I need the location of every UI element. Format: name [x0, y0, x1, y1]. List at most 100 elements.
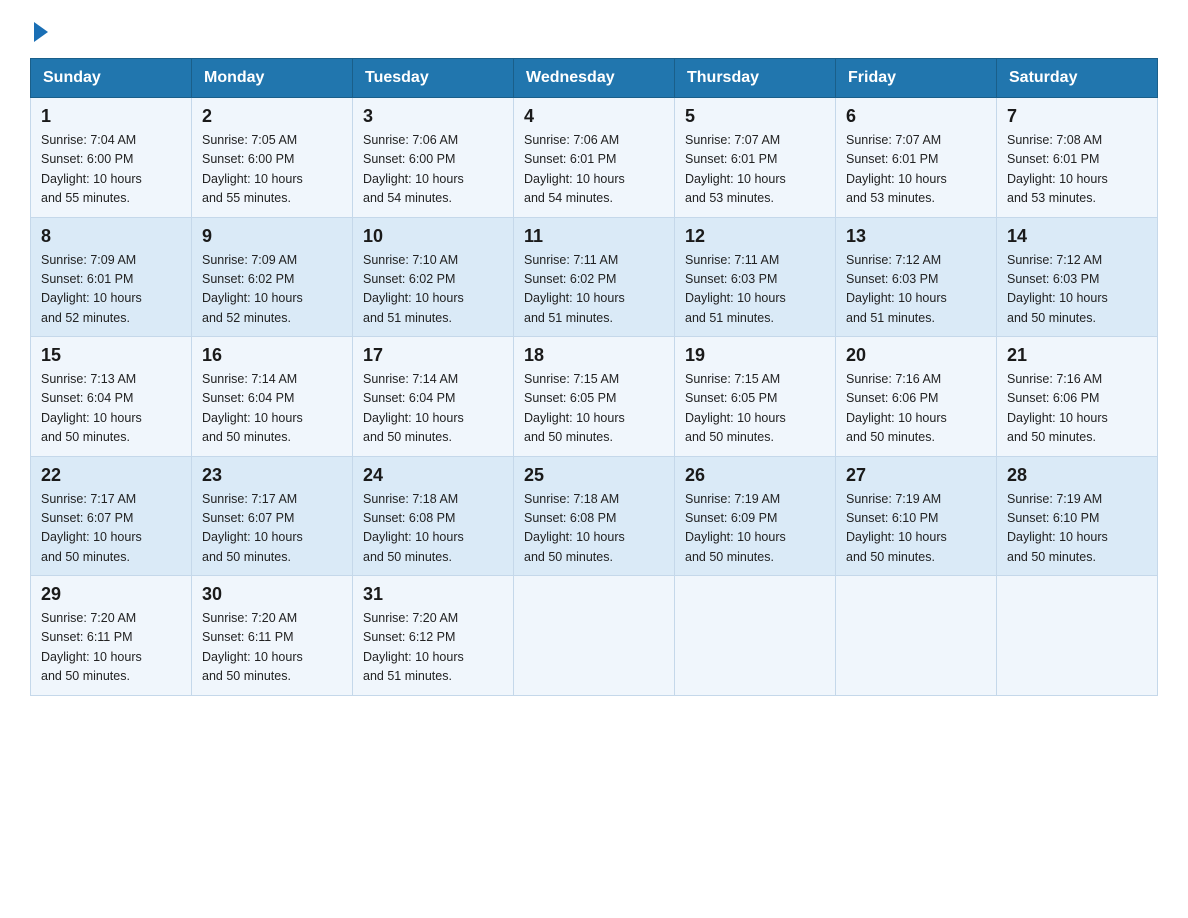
column-header-friday: Friday [836, 59, 997, 98]
calendar-table: SundayMondayTuesdayWednesdayThursdayFrid… [30, 58, 1158, 696]
calendar-cell: 15Sunrise: 7:13 AMSunset: 6:04 PMDayligh… [31, 337, 192, 457]
calendar-cell: 1 Sunrise: 7:04 AMSunset: 6:00 PMDaylight… [31, 98, 192, 218]
calendar-cell: 3Sunrise: 7:06 AMSunset: 6:00 PMDaylight… [353, 98, 514, 218]
day-info: Sunrise: 7:09 AMSunset: 6:01 PMDaylight:… [41, 253, 142, 325]
page-header [30, 20, 1158, 38]
day-number: 24 [363, 465, 503, 486]
column-header-thursday: Thursday [675, 59, 836, 98]
calendar-cell: 22Sunrise: 7:17 AMSunset: 6:07 PMDayligh… [31, 456, 192, 576]
day-info: Sunrise: 7:15 AMSunset: 6:05 PMDaylight:… [524, 372, 625, 444]
column-header-tuesday: Tuesday [353, 59, 514, 98]
calendar-cell: 10 Sunrise: 7:10 AMSunset: 6:02 PMDayligh… [353, 217, 514, 337]
day-info: Sunrise: 7:18 AMSunset: 6:08 PMDaylight:… [363, 492, 464, 564]
day-info: Sunrise: 7:14 AMSunset: 6:04 PMDaylight:… [363, 372, 464, 444]
day-number: 3 [363, 106, 503, 127]
calendar-week-row: 8 Sunrise: 7:09 AMSunset: 6:01 PMDaylight… [31, 217, 1158, 337]
day-info: Sunrise: 7:20 AMSunset: 6:11 PMDaylight:… [41, 611, 142, 683]
day-info: Sunrise: 7:06 AMSunset: 6:01 PMDaylight:… [524, 133, 625, 205]
calendar-cell: 25 Sunrise: 7:18 AMSunset: 6:08 PMDayligh… [514, 456, 675, 576]
day-number: 26 [685, 465, 825, 486]
day-info: Sunrise: 7:04 AMSunset: 6:00 PMDaylight:… [41, 133, 142, 205]
day-info: Sunrise: 7:19 AMSunset: 6:10 PMDaylight:… [1007, 492, 1108, 564]
logo [30, 20, 48, 38]
calendar-cell: 16Sunrise: 7:14 AMSunset: 6:04 PMDayligh… [192, 337, 353, 457]
day-info: Sunrise: 7:16 AMSunset: 6:06 PMDaylight:… [846, 372, 947, 444]
day-number: 5 [685, 106, 825, 127]
day-info: Sunrise: 7:20 AMSunset: 6:12 PMDaylight:… [363, 611, 464, 683]
day-number: 25 [524, 465, 664, 486]
calendar-cell: 4 Sunrise: 7:06 AMSunset: 6:01 PMDaylight… [514, 98, 675, 218]
column-header-sunday: Sunday [31, 59, 192, 98]
calendar-week-row: 1 Sunrise: 7:04 AMSunset: 6:00 PMDaylight… [31, 98, 1158, 218]
calendar-cell: 26 Sunrise: 7:19 AMSunset: 6:09 PMDayligh… [675, 456, 836, 576]
day-number: 31 [363, 584, 503, 605]
column-header-wednesday: Wednesday [514, 59, 675, 98]
calendar-cell: 23 Sunrise: 7:17 AMSunset: 6:07 PMDayligh… [192, 456, 353, 576]
logo-arrow-icon [34, 22, 48, 42]
calendar-week-row: 29 Sunrise: 7:20 AMSunset: 6:11 PMDayligh… [31, 576, 1158, 696]
day-info: Sunrise: 7:14 AMSunset: 6:04 PMDaylight:… [202, 372, 303, 444]
day-info: Sunrise: 7:15 AMSunset: 6:05 PMDaylight:… [685, 372, 786, 444]
calendar-cell: 28 Sunrise: 7:19 AMSunset: 6:10 PMDayligh… [997, 456, 1158, 576]
day-info: Sunrise: 7:17 AMSunset: 6:07 PMDaylight:… [202, 492, 303, 564]
day-number: 19 [685, 345, 825, 366]
day-number: 18 [524, 345, 664, 366]
calendar-cell: 20Sunrise: 7:16 AMSunset: 6:06 PMDayligh… [836, 337, 997, 457]
day-number: 22 [41, 465, 181, 486]
day-number: 9 [202, 226, 342, 247]
day-number: 28 [1007, 465, 1147, 486]
day-info: Sunrise: 7:10 AMSunset: 6:02 PMDaylight:… [363, 253, 464, 325]
day-number: 7 [1007, 106, 1147, 127]
calendar-cell [514, 576, 675, 696]
day-info: Sunrise: 7:20 AMSunset: 6:11 PMDaylight:… [202, 611, 303, 683]
day-number: 17 [363, 345, 503, 366]
day-info: Sunrise: 7:19 AMSunset: 6:10 PMDaylight:… [846, 492, 947, 564]
day-info: Sunrise: 7:07 AMSunset: 6:01 PMDaylight:… [685, 133, 786, 205]
day-number: 14 [1007, 226, 1147, 247]
calendar-cell: 11 Sunrise: 7:11 AMSunset: 6:02 PMDayligh… [514, 217, 675, 337]
calendar-cell: 8 Sunrise: 7:09 AMSunset: 6:01 PMDaylight… [31, 217, 192, 337]
calendar-cell: 30 Sunrise: 7:20 AMSunset: 6:11 PMDayligh… [192, 576, 353, 696]
calendar-cell: 18 Sunrise: 7:15 AMSunset: 6:05 PMDayligh… [514, 337, 675, 457]
calendar-cell: 31 Sunrise: 7:20 AMSunset: 6:12 PMDayligh… [353, 576, 514, 696]
calendar-cell: 14 Sunrise: 7:12 AMSunset: 6:03 PMDayligh… [997, 217, 1158, 337]
column-header-saturday: Saturday [997, 59, 1158, 98]
calendar-cell: 6Sunrise: 7:07 AMSunset: 6:01 PMDaylight… [836, 98, 997, 218]
calendar-cell: 12 Sunrise: 7:11 AMSunset: 6:03 PMDayligh… [675, 217, 836, 337]
calendar-cell: 21 Sunrise: 7:16 AMSunset: 6:06 PMDayligh… [997, 337, 1158, 457]
day-number: 13 [846, 226, 986, 247]
calendar-cell: 9 Sunrise: 7:09 AMSunset: 6:02 PMDaylight… [192, 217, 353, 337]
day-number: 4 [524, 106, 664, 127]
day-info: Sunrise: 7:16 AMSunset: 6:06 PMDaylight:… [1007, 372, 1108, 444]
day-info: Sunrise: 7:11 AMSunset: 6:03 PMDaylight:… [685, 253, 786, 325]
calendar-header-row: SundayMondayTuesdayWednesdayThursdayFrid… [31, 59, 1158, 98]
day-number: 8 [41, 226, 181, 247]
calendar-cell: 13Sunrise: 7:12 AMSunset: 6:03 PMDayligh… [836, 217, 997, 337]
day-number: 30 [202, 584, 342, 605]
day-info: Sunrise: 7:11 AMSunset: 6:02 PMDaylight:… [524, 253, 625, 325]
day-number: 21 [1007, 345, 1147, 366]
calendar-cell [997, 576, 1158, 696]
calendar-cell: 24 Sunrise: 7:18 AMSunset: 6:08 PMDayligh… [353, 456, 514, 576]
calendar-week-row: 15Sunrise: 7:13 AMSunset: 6:04 PMDayligh… [31, 337, 1158, 457]
day-info: Sunrise: 7:19 AMSunset: 6:09 PMDaylight:… [685, 492, 786, 564]
day-info: Sunrise: 7:18 AMSunset: 6:08 PMDaylight:… [524, 492, 625, 564]
calendar-cell: 2 Sunrise: 7:05 AMSunset: 6:00 PMDaylight… [192, 98, 353, 218]
day-number: 23 [202, 465, 342, 486]
day-number: 1 [41, 106, 181, 127]
day-info: Sunrise: 7:09 AMSunset: 6:02 PMDaylight:… [202, 253, 303, 325]
calendar-cell: 17 Sunrise: 7:14 AMSunset: 6:04 PMDayligh… [353, 337, 514, 457]
day-number: 27 [846, 465, 986, 486]
day-number: 10 [363, 226, 503, 247]
calendar-cell: 7Sunrise: 7:08 AMSunset: 6:01 PMDaylight… [997, 98, 1158, 218]
day-number: 29 [41, 584, 181, 605]
day-info: Sunrise: 7:05 AMSunset: 6:00 PMDaylight:… [202, 133, 303, 205]
calendar-cell [836, 576, 997, 696]
calendar-cell: 5 Sunrise: 7:07 AMSunset: 6:01 PMDaylight… [675, 98, 836, 218]
day-info: Sunrise: 7:12 AMSunset: 6:03 PMDaylight:… [1007, 253, 1108, 325]
day-number: 12 [685, 226, 825, 247]
day-number: 15 [41, 345, 181, 366]
day-number: 11 [524, 226, 664, 247]
day-number: 2 [202, 106, 342, 127]
calendar-cell: 29 Sunrise: 7:20 AMSunset: 6:11 PMDayligh… [31, 576, 192, 696]
